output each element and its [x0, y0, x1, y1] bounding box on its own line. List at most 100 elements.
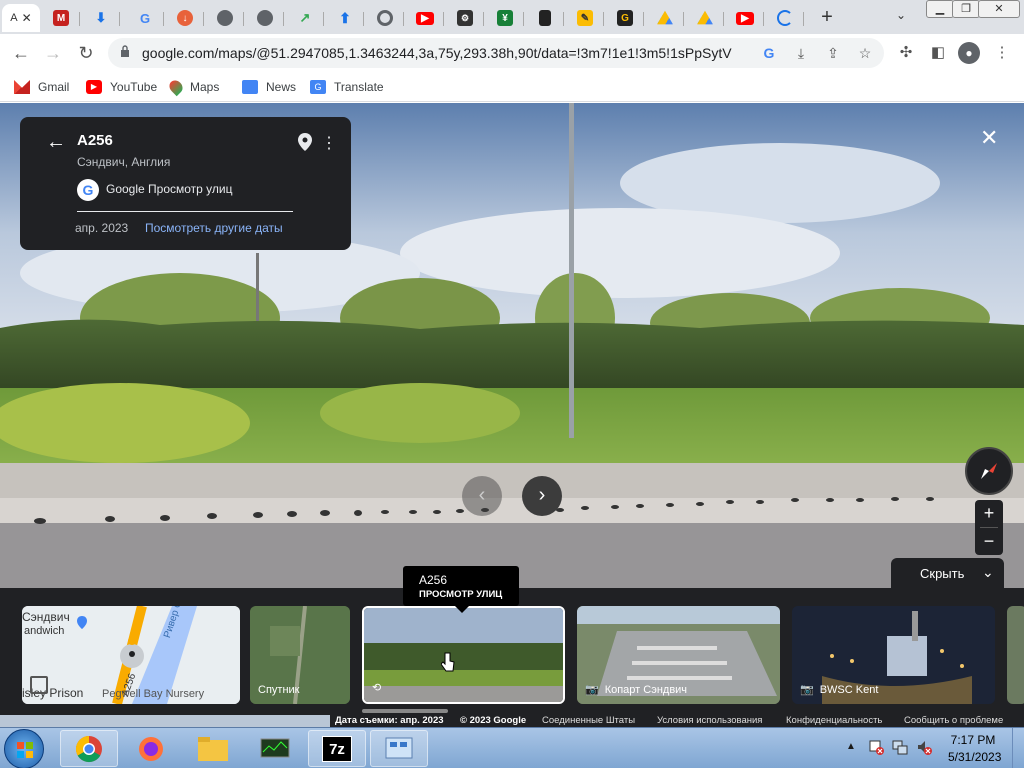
- address-bar[interactable]: google.com/maps/@51.2947085,1.3463244,3a…: [108, 38, 884, 68]
- more-options-icon[interactable]: ⋮: [321, 133, 337, 153]
- clock[interactable]: 7:17 PM 5/31/2023: [948, 733, 1001, 764]
- footer-country-link[interactable]: Соединенные Штаты: [542, 715, 635, 726]
- tab-search-chevron-icon[interactable]: ⌄: [896, 8, 906, 22]
- bookmark-youtube[interactable]: ▶ YouTube: [86, 78, 157, 96]
- new-tab-button[interactable]: +: [816, 6, 838, 28]
- menu-dots-icon[interactable]: ⋮: [991, 42, 1013, 64]
- tab-document[interactable]: [526, 4, 564, 32]
- network-icon[interactable]: [892, 739, 908, 755]
- compass-icon[interactable]: [965, 447, 1013, 495]
- map-pin-icon[interactable]: [298, 133, 312, 151]
- back-arrow-icon[interactable]: ←: [46, 131, 66, 154]
- tab-chrome[interactable]: [366, 4, 404, 32]
- tooltip: A256 ПРОСМОТР УЛИЦ: [403, 566, 519, 613]
- taskbar-monitor[interactable]: [246, 730, 304, 767]
- taskbar-explorer[interactable]: [184, 730, 242, 767]
- close-tab-icon[interactable]: ✕: [22, 11, 32, 25]
- bookmark-gmail[interactable]: Gmail: [14, 78, 69, 96]
- google-drive-icon: [657, 10, 673, 25]
- location-info-card: ← A256 Сэндвич, Англия G Google Просмотр…: [20, 117, 351, 250]
- tab-gmail[interactable]: M: [42, 4, 80, 32]
- tab-excel[interactable]: ¥: [486, 4, 524, 32]
- download-icon: ⬇: [95, 10, 107, 25]
- forward-button[interactable]: →: [42, 42, 64, 64]
- close-window-button[interactable]: ✕: [978, 0, 1020, 18]
- tab-youtube-1[interactable]: ▶: [406, 4, 444, 32]
- taskbar-chrome[interactable]: [60, 730, 118, 767]
- hide-filmstrip-button[interactable]: Скрыть ⌄: [891, 558, 1004, 590]
- start-button[interactable]: [4, 729, 44, 768]
- see-other-dates-link[interactable]: Посмотреть другие даты: [145, 221, 283, 235]
- tooltip-title: A256: [419, 573, 448, 587]
- minimize-button[interactable]: ▁: [926, 0, 954, 18]
- bwsc-label: 📷 BWSC Kent: [800, 683, 878, 697]
- tab-google-maps[interactable]: A ✕: [2, 4, 40, 32]
- bookmark-news[interactable]: News: [242, 78, 296, 96]
- action-center-icon[interactable]: [868, 739, 884, 755]
- taskbar-firefox[interactable]: [122, 730, 180, 767]
- next-arrow-button[interactable]: ›: [522, 476, 562, 516]
- close-street-view-icon[interactable]: ✕: [980, 125, 998, 151]
- hand-cursor-icon: [440, 652, 455, 674]
- zoom-in-button[interactable]: +: [975, 500, 1003, 527]
- tab-download[interactable]: ⬇: [82, 4, 120, 32]
- bookmark-maps[interactable]: Maps: [166, 77, 219, 97]
- filmstrip-scrollbar[interactable]: [362, 709, 448, 713]
- show-desktop-button[interactable]: [1012, 728, 1024, 768]
- back-button[interactable]: ←: [10, 42, 32, 64]
- next-thumbnail[interactable]: [1007, 606, 1024, 704]
- maps-pin-icon: [166, 77, 186, 97]
- profile-avatar-icon[interactable]: ●: [958, 42, 980, 64]
- tab-loading[interactable]: [766, 4, 804, 32]
- fullscreen-icon[interactable]: [30, 676, 48, 694]
- street-view-panorama[interactable]: ← A256 Сэндвич, Англия G Google Просмотр…: [0, 103, 1024, 727]
- satellite-label: Спутник: [258, 684, 300, 696]
- bookmark-star-icon[interactable]: ☆: [856, 44, 874, 62]
- satellite-thumbnail[interactable]: Спутник: [250, 606, 350, 704]
- footer-copyright: © 2023 Google: [460, 715, 527, 726]
- tab-drive-2[interactable]: [686, 4, 724, 32]
- globe-icon: [217, 10, 233, 26]
- excel-icon: ¥: [497, 10, 513, 26]
- previous-arrow-button[interactable]: ‹: [462, 476, 502, 516]
- restore-button[interactable]: ❐: [952, 0, 980, 18]
- taskbar-7zip[interactable]: 7z: [308, 730, 366, 767]
- bookmark-translate[interactable]: G Translate: [310, 78, 384, 96]
- divider: [77, 211, 293, 212]
- google-logo-icon: G: [77, 179, 99, 201]
- tab-strip: A ✕ M ⬇ G ↓ ↗ ⬆ ▶ ⚙ ¥ ✎ G ▶ + ⌄ ▁ ❐ ✕: [0, 0, 1024, 34]
- footer-privacy-link[interactable]: Конфиденциальность: [786, 715, 882, 726]
- install-app-icon[interactable]: ⤓: [792, 44, 810, 62]
- bookmark-label: News: [266, 80, 297, 94]
- tab-google[interactable]: G: [126, 4, 164, 32]
- tab-drive-1[interactable]: [646, 4, 684, 32]
- copart-thumbnail[interactable]: 📷 Копарт Сэндвич: [577, 606, 780, 704]
- google-lens-icon[interactable]: G: [760, 44, 778, 62]
- tab-globe-1[interactable]: [206, 4, 244, 32]
- show-hidden-icons[interactable]: ▲: [846, 741, 856, 752]
- tab-g[interactable]: G: [606, 4, 644, 32]
- tab-youtube-2[interactable]: ▶: [726, 4, 764, 32]
- footer-report-link[interactable]: Сообщить о проблеме: [904, 715, 1003, 726]
- street-view-thumbnail[interactable]: ⟲: [362, 606, 565, 704]
- extensions-icon[interactable]: ✣: [895, 42, 917, 64]
- tab-share[interactable]: ↗: [286, 4, 324, 32]
- tab-globe-2[interactable]: [246, 4, 284, 32]
- tab-upload[interactable]: ⬆: [326, 4, 364, 32]
- map-label-city-en: andwich: [24, 625, 65, 637]
- control-panel-icon: [385, 737, 413, 758]
- url-text[interactable]: google.com/maps/@51.2947085,1.3463244,3a…: [142, 45, 732, 61]
- reload-button[interactable]: ↻: [75, 42, 97, 64]
- volume-muted-icon[interactable]: [916, 739, 932, 755]
- map-thumbnail[interactable]: Сэндвич andwich Ривер С A256 Pegwell Bay…: [22, 606, 240, 704]
- taskbar-control-panel[interactable]: [370, 730, 428, 767]
- tab-pencil[interactable]: ✎: [566, 4, 604, 32]
- side-panel-icon[interactable]: ◧: [927, 42, 949, 64]
- footer-terms-link[interactable]: Условия использования: [657, 715, 762, 726]
- bookmarks-bar: Gmail ▶ YouTube Maps News G Translate: [0, 72, 1024, 102]
- bwsc-thumbnail[interactable]: 📷 BWSC Kent: [792, 606, 995, 704]
- share-icon[interactable]: ⇪: [824, 44, 842, 62]
- tab-download-orange[interactable]: ↓: [166, 4, 204, 32]
- tab-plugin[interactable]: ⚙: [446, 4, 484, 32]
- zoom-out-button[interactable]: −: [975, 528, 1003, 555]
